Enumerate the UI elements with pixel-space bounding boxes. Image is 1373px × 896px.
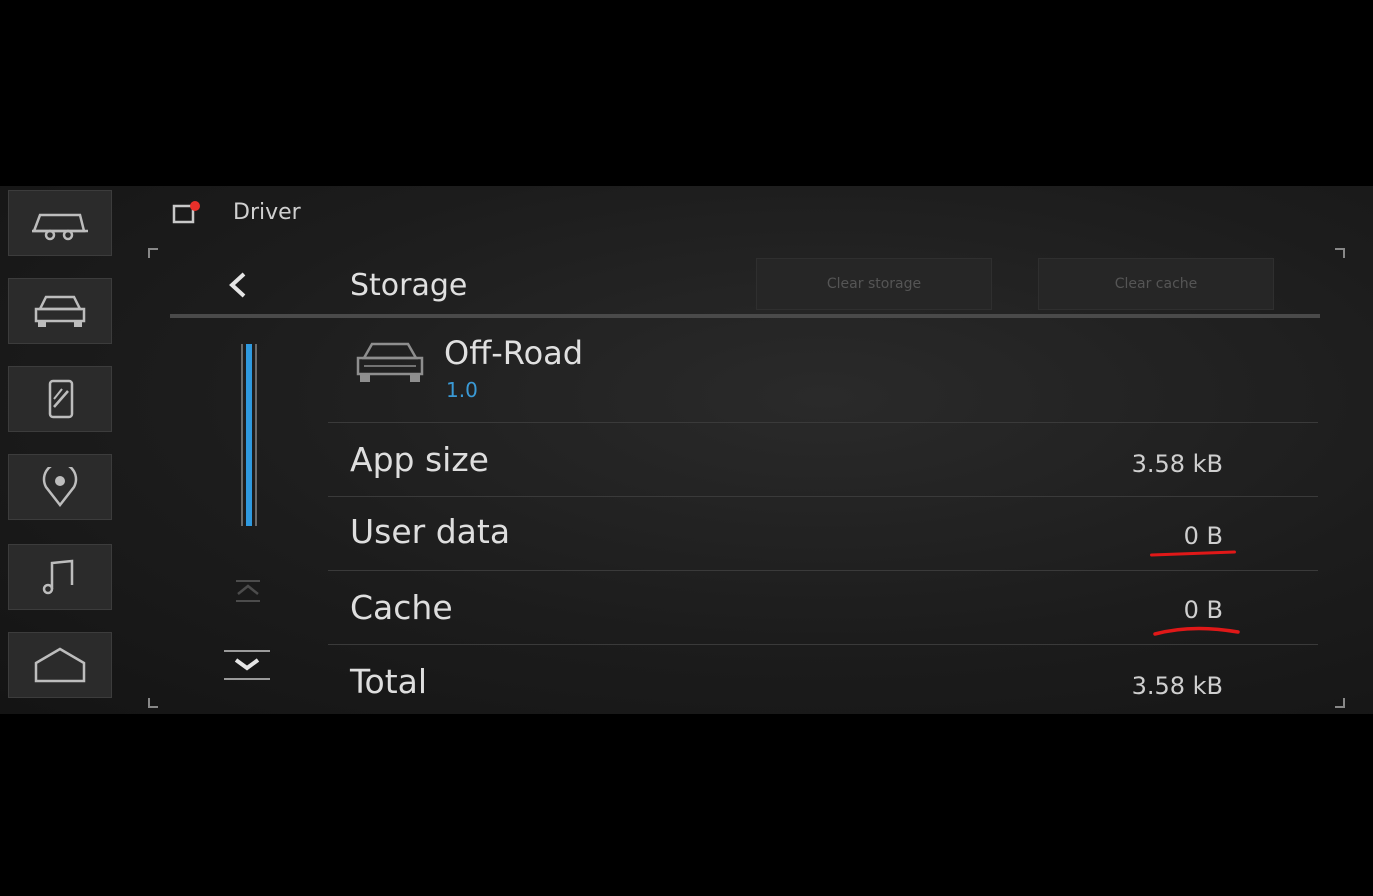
location-pin-icon bbox=[42, 467, 78, 507]
clear-storage-button[interactable]: Clear storage bbox=[756, 258, 992, 310]
rail-home-button[interactable] bbox=[8, 632, 112, 698]
row-divider bbox=[328, 496, 1318, 497]
app-version: 1.0 bbox=[446, 378, 478, 402]
phone-icon bbox=[48, 379, 74, 419]
app-name: Off-Road bbox=[444, 334, 584, 372]
title-divider bbox=[170, 314, 1320, 318]
row-label-cache: Cache bbox=[350, 588, 453, 627]
scroll-up-icon[interactable] bbox=[232, 578, 264, 604]
infotainment-screen: Driver Storage Clear storage Clear cache… bbox=[0, 186, 1373, 714]
panel-corner bbox=[148, 248, 158, 258]
rail-trailer-button[interactable] bbox=[8, 190, 112, 256]
back-chevron-icon bbox=[229, 272, 246, 298]
row-value-user-data: 0 B bbox=[1183, 522, 1223, 550]
red-annotation-underline bbox=[1153, 626, 1240, 636]
row-label-total: Total bbox=[350, 662, 428, 701]
car-front-icon bbox=[34, 295, 86, 327]
panel-corner bbox=[148, 698, 158, 708]
page-title: Storage bbox=[350, 268, 468, 303]
header-title: Driver bbox=[233, 200, 301, 225]
rail-phone-button[interactable] bbox=[8, 366, 112, 432]
panel-corner bbox=[1335, 248, 1345, 258]
scroll-down-icon[interactable] bbox=[220, 648, 274, 682]
home-icon bbox=[34, 647, 86, 683]
panel-corner bbox=[1335, 698, 1345, 708]
rail-media-button[interactable] bbox=[8, 544, 112, 610]
row-label-app-size: App size bbox=[350, 440, 489, 479]
music-note-icon bbox=[42, 559, 74, 595]
scrollbar[interactable] bbox=[240, 344, 258, 526]
row-divider bbox=[328, 570, 1318, 571]
row-value-total: 3.58 kB bbox=[1131, 672, 1223, 700]
rail-vehicle-button[interactable] bbox=[8, 278, 112, 344]
row-label-user-data: User data bbox=[350, 512, 511, 551]
row-value-cache: 0 B bbox=[1183, 596, 1223, 624]
clear-cache-button[interactable]: Clear cache bbox=[1038, 258, 1274, 310]
row-value-app-size: 3.58 kB bbox=[1131, 450, 1223, 478]
trailer-icon bbox=[32, 213, 88, 241]
back-button[interactable] bbox=[224, 268, 254, 302]
app-car-icon bbox=[356, 342, 424, 382]
red-annotation-underline bbox=[1149, 550, 1237, 557]
row-divider bbox=[328, 422, 1318, 423]
driver-alert-icon bbox=[172, 201, 200, 224]
row-divider bbox=[328, 644, 1318, 645]
rail-navigation-button[interactable] bbox=[8, 454, 112, 520]
